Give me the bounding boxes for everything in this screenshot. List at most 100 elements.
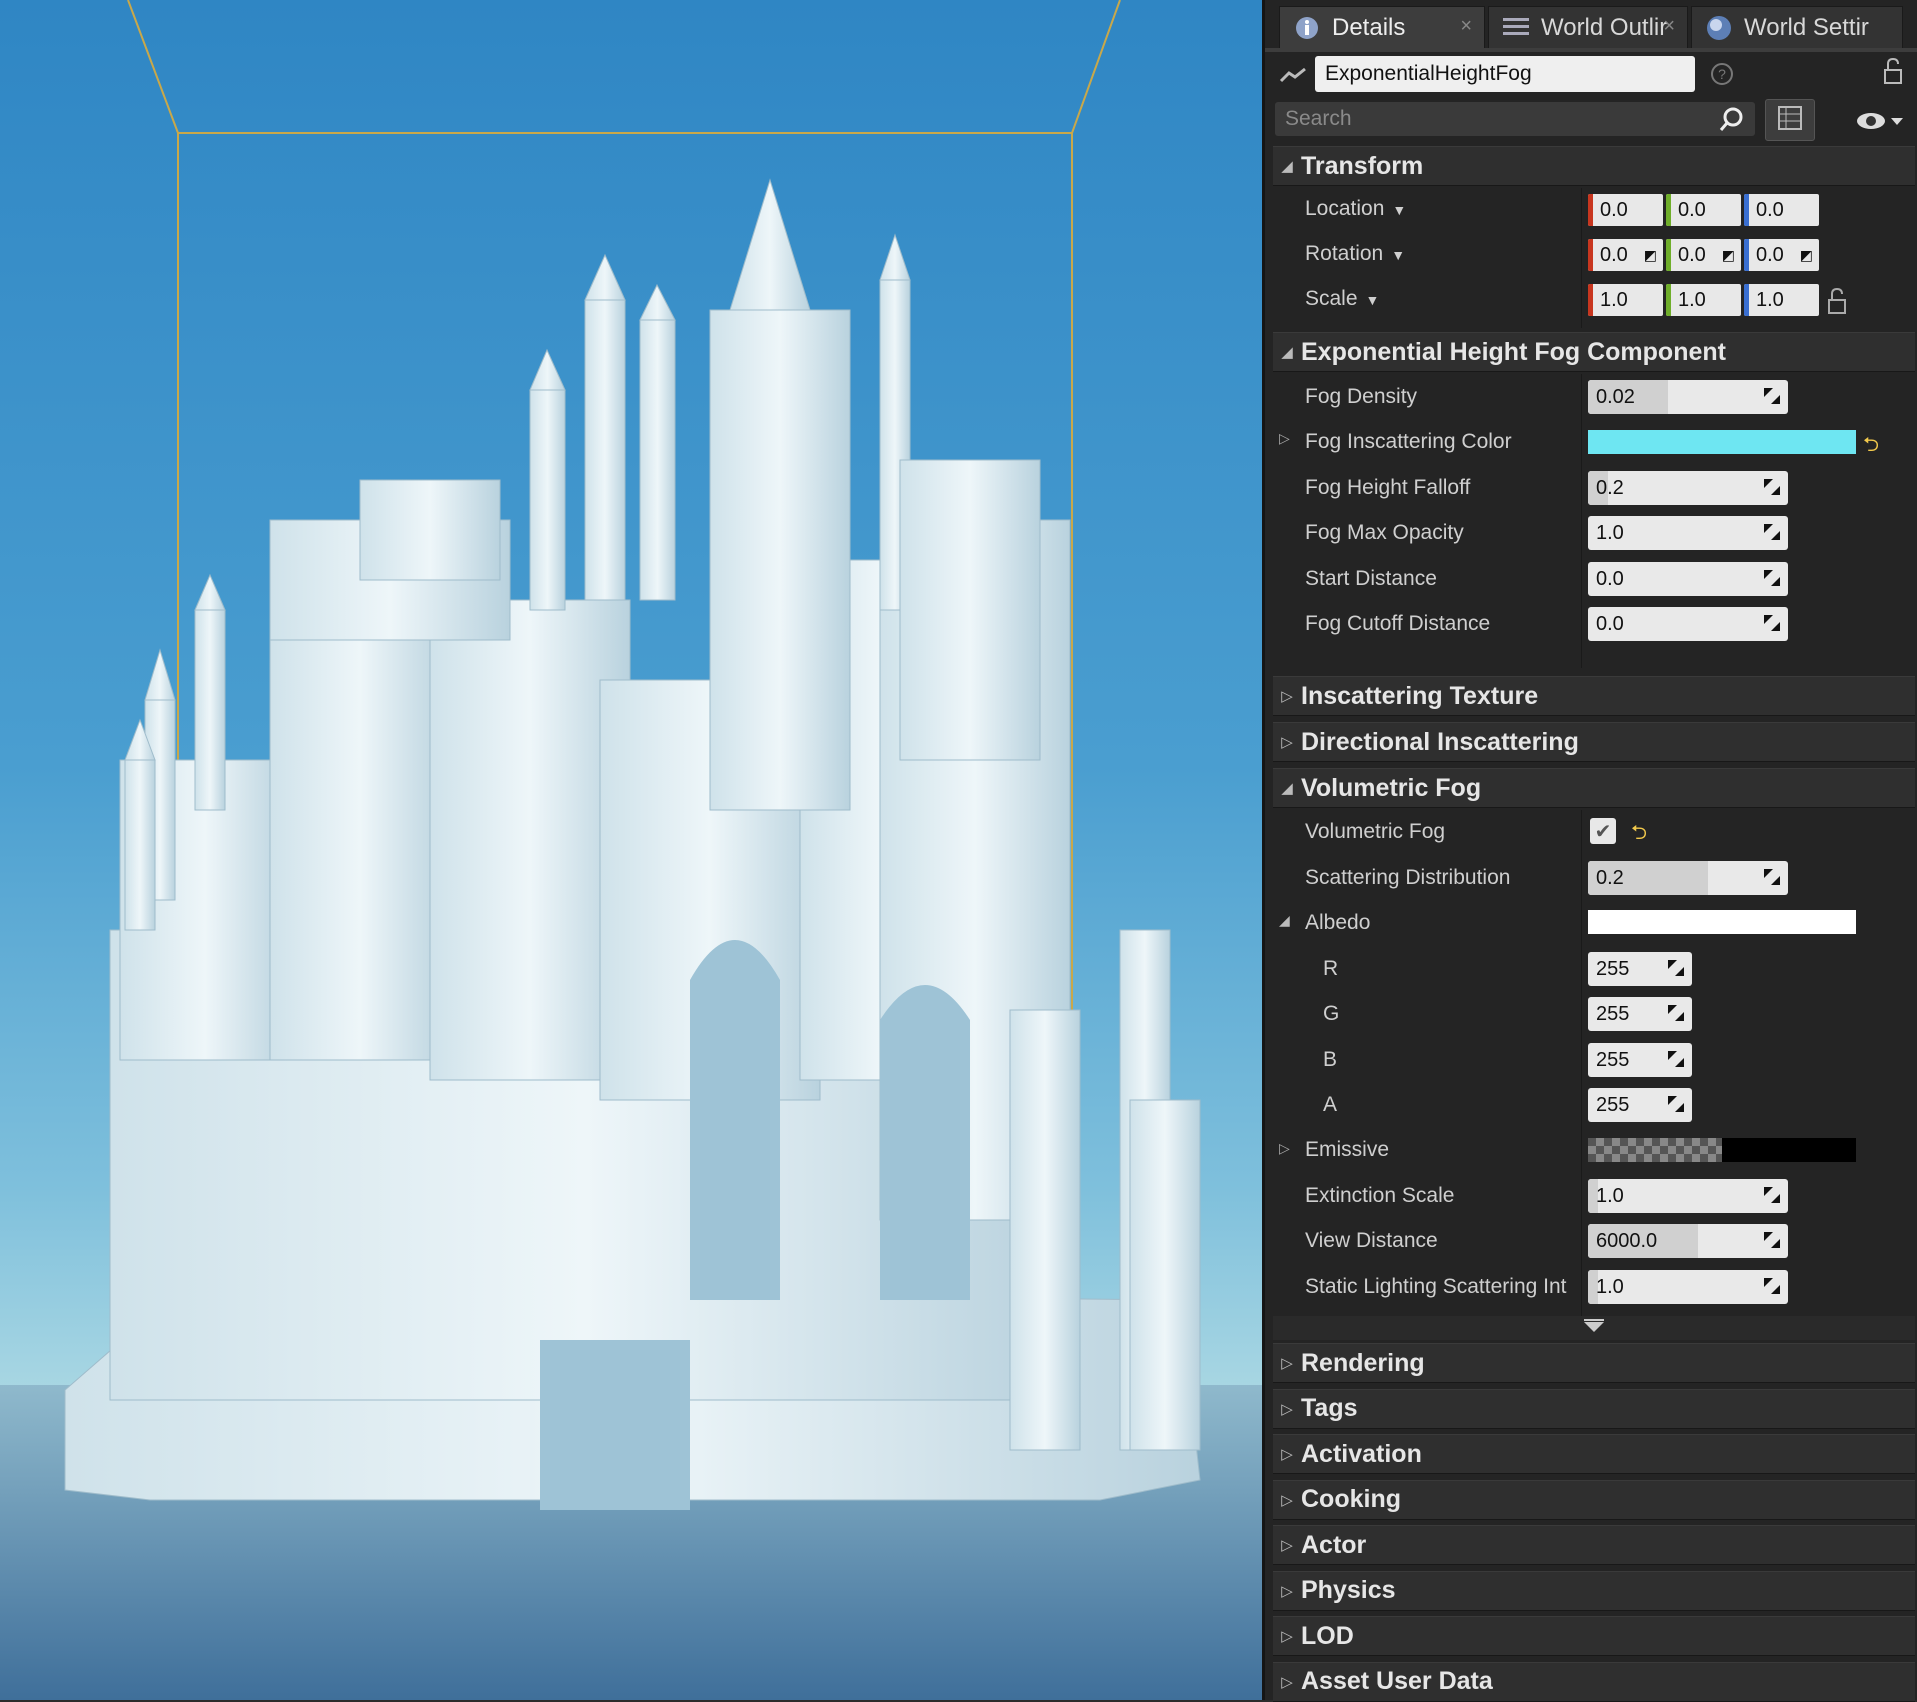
category-fog-component[interactable]: ◢ Exponential Height Fog Component [1273, 332, 1915, 372]
spin-icon [1764, 1232, 1780, 1248]
extinction-scale-field[interactable]: 1.0 [1588, 1179, 1788, 1213]
category-inscattering-texture[interactable]: ▷ Inscattering Texture [1273, 676, 1915, 716]
albedo-r-field[interactable]: 255 [1588, 952, 1692, 986]
close-icon[interactable]: × [1460, 15, 1472, 38]
fog-max-opacity-field[interactable]: 1.0 [1588, 516, 1788, 550]
expand-advanced-icon [1582, 1318, 1606, 1339]
category-title: Volumetric Fog [1301, 773, 1482, 802]
scattering-distribution-label: Scattering Distribution [1305, 866, 1511, 889]
property-matrix-button[interactable] [1765, 99, 1815, 141]
collapsed-arrow-icon: ▷ [1281, 1628, 1293, 1645]
globe-icon [1704, 13, 1734, 43]
category-title: Directional Inscattering [1301, 727, 1579, 756]
info-icon [1292, 13, 1322, 43]
fog-inscattering-color-label: Fog Inscattering Color [1305, 430, 1512, 453]
tab-details[interactable]: Details × [1279, 6, 1485, 48]
category-physics[interactable]: ▷ Physics [1273, 1570, 1915, 1611]
albedo-color-swatch[interactable] [1588, 910, 1856, 934]
collapsed-arrow-icon[interactable]: ▷ [1279, 430, 1290, 447]
category-activation[interactable]: ▷ Activation [1273, 1434, 1915, 1474]
lock-icon[interactable] [1879, 57, 1905, 91]
eye-icon[interactable] [1855, 108, 1905, 139]
level-viewport[interactable] [0, 0, 1262, 1700]
actor-pin-icon [1279, 65, 1309, 85]
volumetric-fog-checkbox[interactable]: ✔ [1590, 818, 1616, 844]
category-cooking[interactable]: ▷ Cooking [1273, 1479, 1915, 1520]
tab-label: World Settir [1744, 13, 1869, 41]
tab-world-outliner[interactable]: World Outlir × [1488, 6, 1688, 48]
castle-scene-image [0, 0, 1262, 1700]
rotation-z-field[interactable]: 0.0 ◩ [1744, 239, 1819, 271]
scale-y-field[interactable]: 1.0 [1666, 284, 1741, 316]
reset-to-default-icon[interactable]: ⮌ [1863, 430, 1879, 464]
category-title: Cooking [1301, 1485, 1401, 1513]
rotation-x-field[interactable]: 0.0 ◩ [1588, 239, 1663, 271]
scale-x-field[interactable]: 1.0 [1588, 284, 1663, 316]
collapsed-arrow-icon: ▷ [1281, 1582, 1293, 1600]
location-y-field[interactable]: 0.0 [1666, 194, 1741, 226]
fog-density-field[interactable]: 0.02 [1588, 380, 1788, 414]
location-x-field[interactable]: 0.0 [1588, 194, 1663, 226]
details-panel: Details × World Outlir × World Settir Ex… [1262, 0, 1917, 1702]
spin-icon [1764, 570, 1780, 586]
category-transform[interactable]: ◢ Transform [1273, 146, 1915, 186]
location-label[interactable]: Location ▼ [1305, 197, 1406, 221]
albedo-b-field[interactable]: 255 [1588, 1043, 1692, 1077]
albedo-g-label: G [1323, 1002, 1340, 1025]
expanded-arrow-icon[interactable]: ◢ [1279, 912, 1290, 929]
rotation-label[interactable]: Rotation ▼ [1305, 242, 1405, 266]
category-volumetric-fog[interactable]: ◢ Volumetric Fog [1273, 768, 1915, 808]
close-icon[interactable]: × [1663, 15, 1675, 38]
actor-name-field[interactable]: ExponentialHeightFog [1315, 56, 1695, 92]
spin-icon [1764, 479, 1780, 495]
advanced-expander[interactable] [1273, 1316, 1915, 1340]
rotation-y-field[interactable]: 0.0 ◩ [1666, 239, 1741, 271]
albedo-a-field[interactable]: 255 [1588, 1088, 1692, 1122]
scale-label[interactable]: Scale ▼ [1305, 287, 1379, 311]
static-lighting-field[interactable]: 1.0 [1588, 1270, 1788, 1304]
category-title: Transform [1301, 151, 1424, 180]
view-distance-label: View Distance [1305, 1229, 1438, 1252]
albedo-label: Albedo [1305, 911, 1371, 934]
category-title: Asset User Data [1301, 1667, 1493, 1695]
spin-icon [1764, 1187, 1780, 1203]
help-icon[interactable]: ? [1710, 62, 1734, 91]
category-title: Activation [1301, 1439, 1422, 1468]
tab-world-settings[interactable]: World Settir [1691, 6, 1903, 48]
collapsed-arrow-icon: ▷ [1281, 1673, 1293, 1691]
fog-cutoff-distance-field[interactable]: 0.0 [1588, 607, 1788, 641]
alpha-checker [1588, 1138, 1722, 1162]
svg-text:?: ? [1718, 66, 1726, 82]
tab-label: World Outlir [1541, 13, 1668, 41]
spin-icon: ◩ [1721, 246, 1735, 263]
albedo-g-field[interactable]: 255 [1588, 997, 1692, 1031]
start-distance-field[interactable]: 0.0 [1588, 562, 1788, 596]
search-placeholder: Search [1285, 107, 1352, 130]
view-distance-field[interactable]: 6000.0 [1588, 1224, 1788, 1258]
category-lod[interactable]: ▷ LOD [1273, 1616, 1915, 1656]
spin-icon [1668, 960, 1684, 976]
search-input[interactable]: Search [1275, 102, 1755, 136]
actor-name-text: ExponentialHeightFog [1325, 62, 1532, 85]
albedo-b-label: B [1323, 1048, 1338, 1071]
category-title: Actor [1301, 1530, 1367, 1559]
category-tags[interactable]: ▷ Tags [1273, 1388, 1915, 1429]
collapsed-arrow-icon[interactable]: ▷ [1279, 1140, 1290, 1157]
category-title: LOD [1301, 1621, 1354, 1650]
category-directional-inscattering[interactable]: ▷ Directional Inscattering [1273, 722, 1915, 762]
fog-height-falloff-field[interactable]: 0.2 [1588, 471, 1788, 505]
location-z-field[interactable]: 0.0 [1744, 194, 1819, 226]
emissive-color-swatch[interactable] [1588, 1138, 1856, 1162]
spin-icon [1668, 1051, 1684, 1067]
scale-z-field[interactable]: 1.0 [1744, 284, 1819, 316]
category-asset-user-data[interactable]: ▷ Asset User Data [1273, 1661, 1915, 1702]
chevron-down-icon: ▼ [1365, 292, 1380, 308]
fog-inscattering-color-swatch[interactable] [1588, 430, 1856, 454]
reset-to-default-icon[interactable]: ⮌ [1631, 818, 1647, 852]
tab-label: Details [1332, 13, 1406, 41]
category-actor[interactable]: ▷ Actor [1273, 1525, 1915, 1565]
scale-lock-icon[interactable] [1825, 286, 1849, 321]
scattering-distribution-field[interactable]: 0.2 [1588, 861, 1788, 895]
chevron-down-icon: ▼ [1392, 202, 1407, 218]
category-rendering[interactable]: ▷ Rendering [1273, 1343, 1915, 1383]
